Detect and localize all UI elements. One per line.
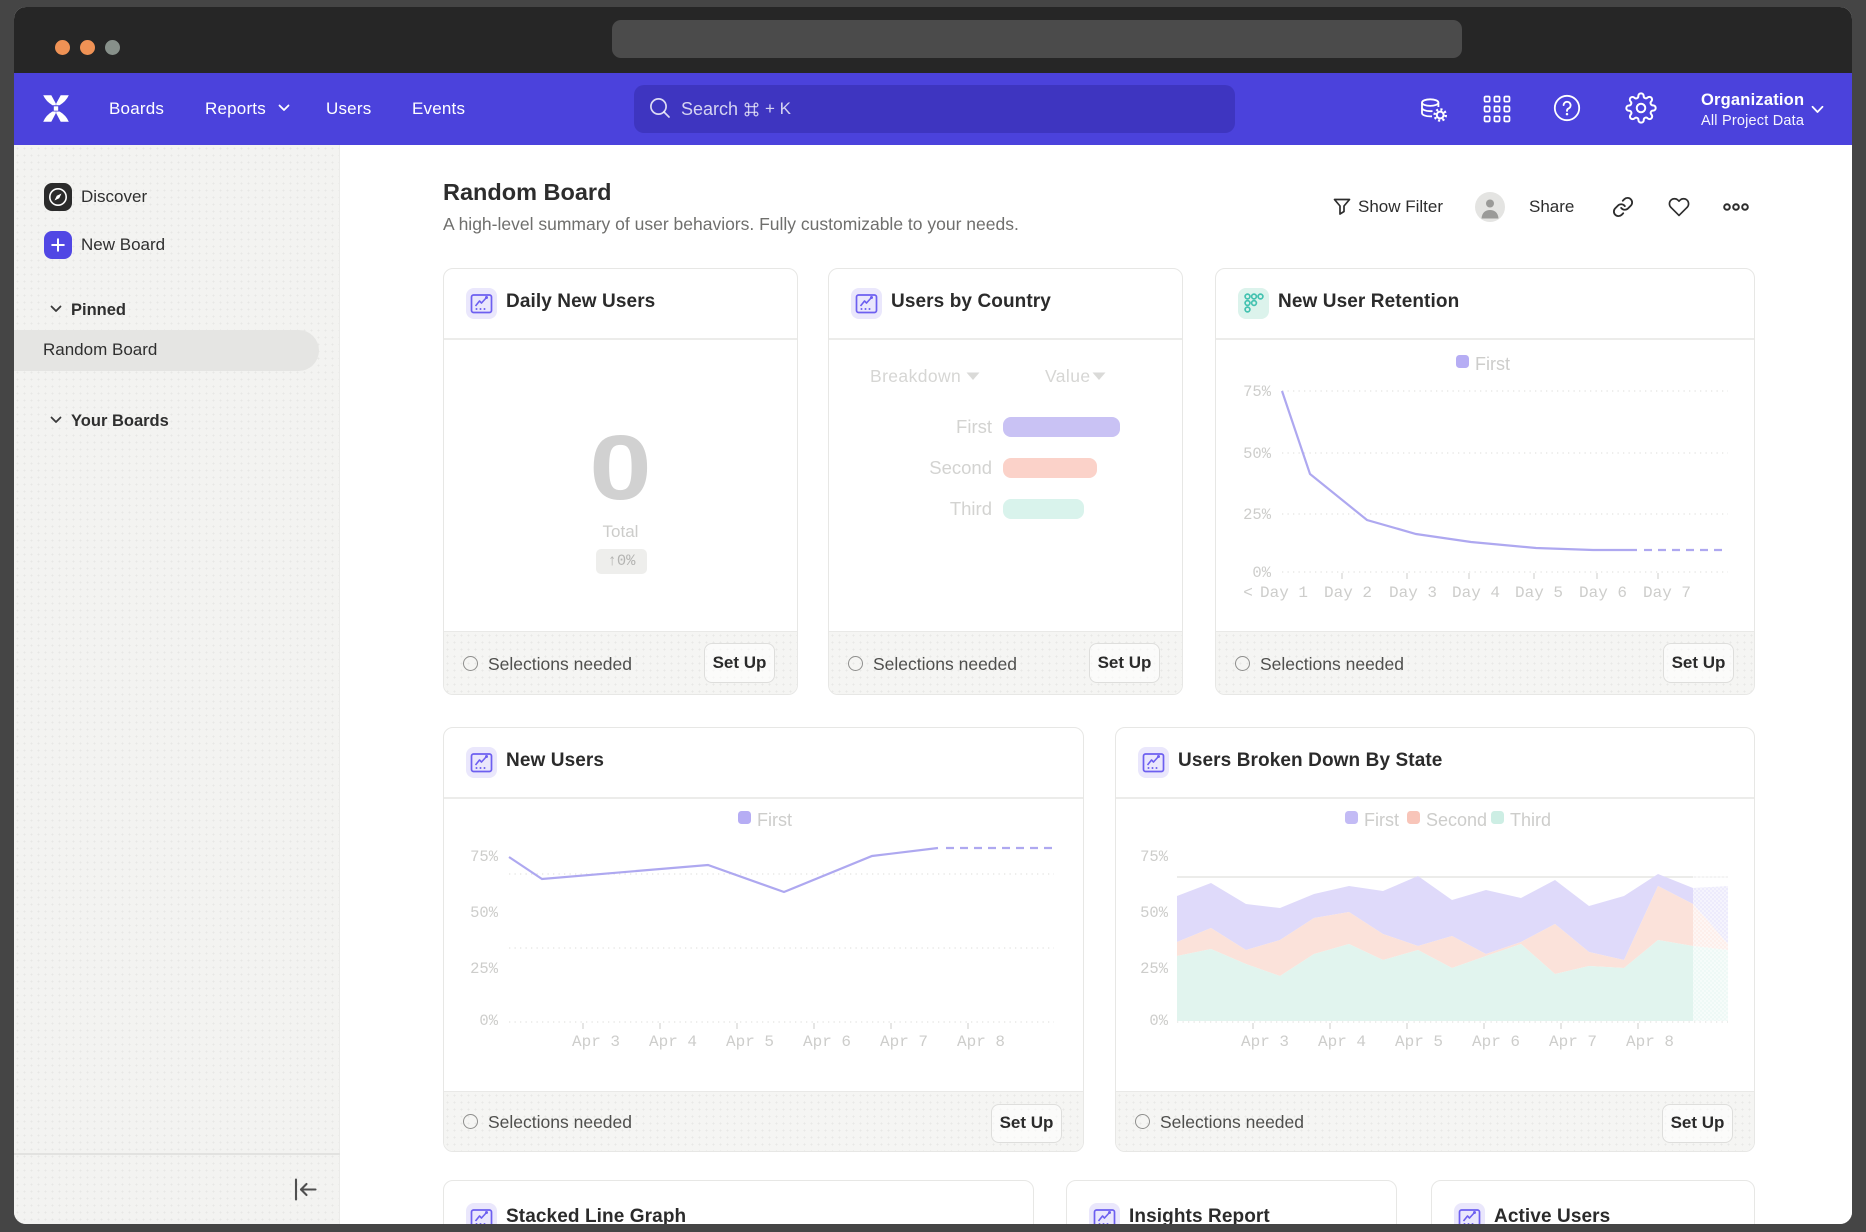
svg-text:25%: 25% <box>1140 960 1169 978</box>
svg-text:Day 7: Day 7 <box>1643 584 1691 602</box>
svg-text:25%: 25% <box>470 960 499 978</box>
svg-text:25%: 25% <box>1243 506 1272 524</box>
svg-text:75%: 75% <box>470 848 499 866</box>
svg-text:Apr 5: Apr 5 <box>1395 1033 1443 1051</box>
svg-text:Day 4: Day 4 <box>1452 584 1500 602</box>
svg-text:Apr 6: Apr 6 <box>1472 1033 1520 1051</box>
svg-text:Apr 6: Apr 6 <box>803 1033 851 1051</box>
svg-text:First: First <box>1475 354 1510 374</box>
svg-text:Third: Third <box>1510 810 1551 830</box>
svg-text:75%: 75% <box>1243 383 1272 401</box>
svg-text:Apr 4: Apr 4 <box>649 1033 697 1051</box>
svg-text:0%: 0% <box>1252 564 1271 582</box>
svg-text:First: First <box>757 810 792 830</box>
svg-text:0%: 0% <box>1149 1012 1168 1030</box>
svg-text:Apr 8: Apr 8 <box>957 1033 1005 1051</box>
svg-text:Second: Second <box>1426 810 1487 830</box>
svg-text:Day 2: Day 2 <box>1324 584 1372 602</box>
svg-text:Apr 7: Apr 7 <box>880 1033 928 1051</box>
svg-text:75%: 75% <box>1140 848 1169 866</box>
svg-text:Apr 4: Apr 4 <box>1318 1033 1366 1051</box>
svg-text:Apr 7: Apr 7 <box>1549 1033 1597 1051</box>
svg-text:Apr 5: Apr 5 <box>726 1033 774 1051</box>
svg-text:Apr 3: Apr 3 <box>572 1033 620 1051</box>
svg-text:Day 3: Day 3 <box>1389 584 1437 602</box>
svg-text:50%: 50% <box>1243 445 1272 463</box>
svg-text:Apr 3: Apr 3 <box>1241 1033 1289 1051</box>
svg-text:Day 1: Day 1 <box>1260 584 1308 602</box>
svg-text:50%: 50% <box>1140 904 1169 922</box>
svg-text:First: First <box>1364 810 1399 830</box>
svg-text:Day 6: Day 6 <box>1579 584 1627 602</box>
svg-text:0%: 0% <box>479 1012 498 1030</box>
svg-text:50%: 50% <box>470 904 499 922</box>
svg-text:Apr 8: Apr 8 <box>1626 1033 1674 1051</box>
svg-text:<: < <box>1243 584 1253 602</box>
svg-text:Day 5: Day 5 <box>1515 584 1563 602</box>
